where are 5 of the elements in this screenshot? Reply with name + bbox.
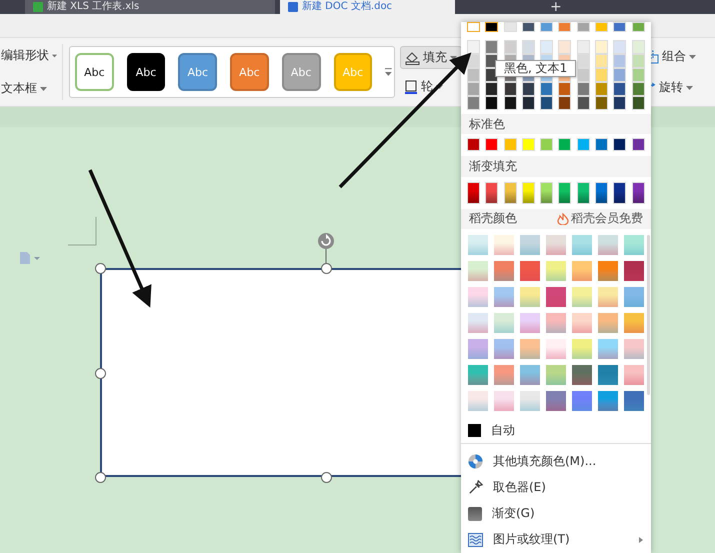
member-free-label: 稻壳会员免费 <box>571 210 643 228</box>
section-title: 渐变填充 <box>469 158 517 176</box>
tooltip: 黑色, 文本1 <box>495 60 576 77</box>
section-title: 稻壳颜色 <box>469 210 517 228</box>
section-title: 标准色 <box>469 116 505 133</box>
